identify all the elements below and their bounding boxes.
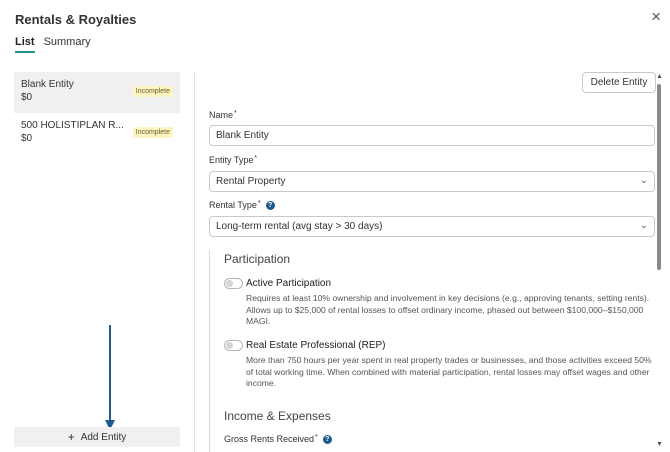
- annotation-arrow-line: [109, 325, 111, 422]
- gross-rents-label: Gross Rents Received * ?: [224, 434, 332, 444]
- add-entity-button[interactable]: + Add Entity: [14, 427, 180, 447]
- income-expenses-heading: Income & Expenses: [224, 409, 331, 423]
- entity-list: Blank Entity $0 Incomplete 500 HOLISTIPL…: [14, 72, 180, 154]
- chevron-down-icon: ⌄: [639, 220, 648, 231]
- entity-item-500-holistiplan[interactable]: 500 HOLISTIPLAN R... $0 Incomplete: [14, 113, 180, 154]
- rep-description: More than 750 hours per year spent in re…: [246, 355, 652, 389]
- help-icon[interactable]: ?: [322, 435, 332, 444]
- rep-toggle[interactable]: [224, 340, 243, 351]
- dialog-title: Rentals & Royalties: [15, 12, 137, 27]
- active-participation-toggle[interactable]: [224, 278, 243, 289]
- participation-heading: Participation: [224, 252, 291, 266]
- tab-list[interactable]: List: [15, 36, 35, 53]
- name-label: Name *: [209, 110, 237, 120]
- status-badge: Incomplete: [132, 86, 173, 97]
- tab-summary[interactable]: Summary: [44, 36, 91, 53]
- name-input[interactable]: Blank Entity: [209, 125, 655, 146]
- required-marker: *: [254, 155, 258, 162]
- scroll-down-icon[interactable]: ▼: [656, 441, 663, 448]
- required-marker: *: [315, 434, 318, 441]
- required-marker: *: [257, 200, 261, 207]
- required-marker: *: [234, 110, 237, 117]
- entity-item-blank-entity[interactable]: Blank Entity $0 Incomplete: [14, 72, 180, 113]
- delete-entity-button[interactable]: Delete Entity: [582, 72, 656, 93]
- add-entity-label: Add Entity: [80, 431, 127, 443]
- rental-type-label: Rental Type * ?: [209, 200, 275, 210]
- scroll-thumb[interactable]: [657, 84, 661, 270]
- panel-divider: [194, 72, 195, 452]
- entity-type-value: Rental Property: [216, 176, 286, 187]
- entity-type-label: Entity Type *: [209, 155, 258, 165]
- status-badge: Incomplete: [132, 127, 173, 138]
- active-participation-description: Requires at least 10% ownership and invo…: [246, 293, 650, 327]
- close-icon[interactable]: ×: [651, 8, 661, 25]
- tab-bar: List Summary: [15, 36, 91, 53]
- rep-title: Real Estate Professional (REP): [246, 340, 386, 351]
- rental-type-value: Long-term rental (avg stay > 30 days): [216, 221, 383, 232]
- chevron-down-icon: ⌄: [639, 175, 648, 186]
- rental-type-select[interactable]: Long-term rental (avg stay > 30 days) ⌄: [209, 216, 655, 237]
- entity-type-select[interactable]: Rental Property ⌄: [209, 171, 655, 192]
- active-participation-title: Active Participation: [246, 278, 332, 289]
- scroll-up-icon[interactable]: ▲: [656, 73, 663, 80]
- scrollbar[interactable]: ▲ ▼: [655, 72, 664, 452]
- help-icon[interactable]: ?: [265, 201, 275, 210]
- plus-icon: +: [67, 430, 75, 444]
